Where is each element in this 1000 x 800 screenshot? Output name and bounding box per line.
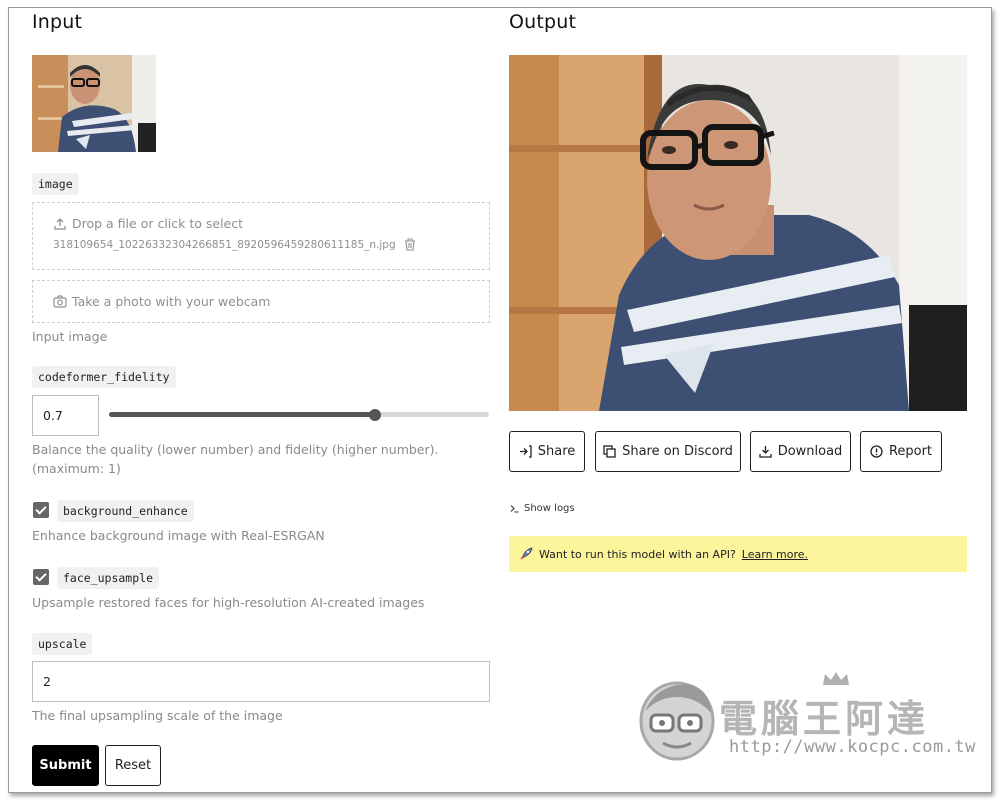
fidelity-slider-fill [109, 412, 375, 417]
fidelity-hint-line1: Balance the quality (lower number) and f… [32, 442, 439, 457]
fidelity-slider-thumb[interactable] [369, 409, 381, 421]
api-notice-banner: Want to run this model with an API? Lear… [509, 536, 967, 572]
watermark-url: http://www.kocpc.com.tw [729, 737, 976, 757]
download-button[interactable]: Download [750, 431, 851, 472]
background-enhance-tag: background_enhance [57, 500, 194, 522]
app-frame: Input image Drop a file or click to sele… [8, 7, 992, 793]
camera-icon [53, 295, 67, 308]
show-logs-toggle[interactable]: Show logs [510, 503, 575, 514]
output-image [509, 55, 967, 411]
share-discord-button[interactable]: Share on Discord [595, 431, 741, 472]
image-hint: Input image [32, 329, 108, 344]
fidelity-number-input[interactable]: 0.7 [32, 395, 99, 436]
upscale-hint: The final upsampling scale of the image [32, 708, 283, 723]
background-enhance-checkbox[interactable] [33, 502, 49, 518]
input-heading: Input [32, 11, 83, 33]
reset-button[interactable]: Reset [105, 745, 161, 786]
upscale-input[interactable]: 2 [32, 661, 490, 702]
face-upsample-checkbox[interactable] [33, 569, 49, 585]
share-label: Share [537, 444, 576, 459]
terminal-icon [510, 505, 519, 513]
report-label: Report [888, 444, 933, 459]
download-label: Download [777, 444, 843, 459]
download-icon [759, 446, 772, 458]
upscale-tag: upscale [32, 633, 93, 655]
image-field-tag: image [32, 173, 79, 195]
learn-more-link[interactable]: Learn more. [742, 548, 808, 561]
upload-icon [54, 217, 66, 230]
share-icon [519, 445, 532, 458]
report-button[interactable]: Report [860, 431, 942, 472]
webcam-label: Take a photo with your webcam [72, 294, 271, 309]
fidelity-tag: codeformer_fidelity [32, 366, 176, 388]
input-thumbnail [32, 55, 156, 152]
file-dropzone[interactable]: Drop a file or click to select 318109654… [32, 202, 490, 270]
show-logs-label: Show logs [524, 503, 575, 514]
background-enhance-hint: Enhance background image with Real-ESRGA… [32, 528, 325, 543]
face-upsample-hint: Upsample restored faces for high-resolut… [32, 595, 425, 610]
share-discord-label: Share on Discord [622, 444, 733, 459]
rocket-icon [520, 547, 533, 560]
selected-filename: 318109654_10226332304266851_892059645928… [53, 238, 396, 251]
output-heading: Output [509, 11, 577, 33]
api-notice-text: Want to run this model with an API? [539, 547, 736, 561]
alert-circle-icon [870, 445, 883, 458]
copy-icon [603, 445, 616, 458]
crown-icon [823, 672, 849, 685]
fidelity-hint-line2: (maximum: 1) [32, 461, 121, 476]
watermark-chinese-text: 電腦王阿達 [719, 697, 930, 741]
face-upsample-tag: face_upsample [57, 567, 160, 589]
share-button[interactable]: Share [509, 431, 585, 472]
drop-file-label: Drop a file or click to select [72, 216, 244, 231]
webcam-capture[interactable]: Take a photo with your webcam [32, 280, 490, 323]
trash-icon[interactable] [404, 238, 416, 251]
submit-button[interactable]: Submit [32, 745, 99, 786]
watermark-mascot-logo [639, 681, 715, 761]
